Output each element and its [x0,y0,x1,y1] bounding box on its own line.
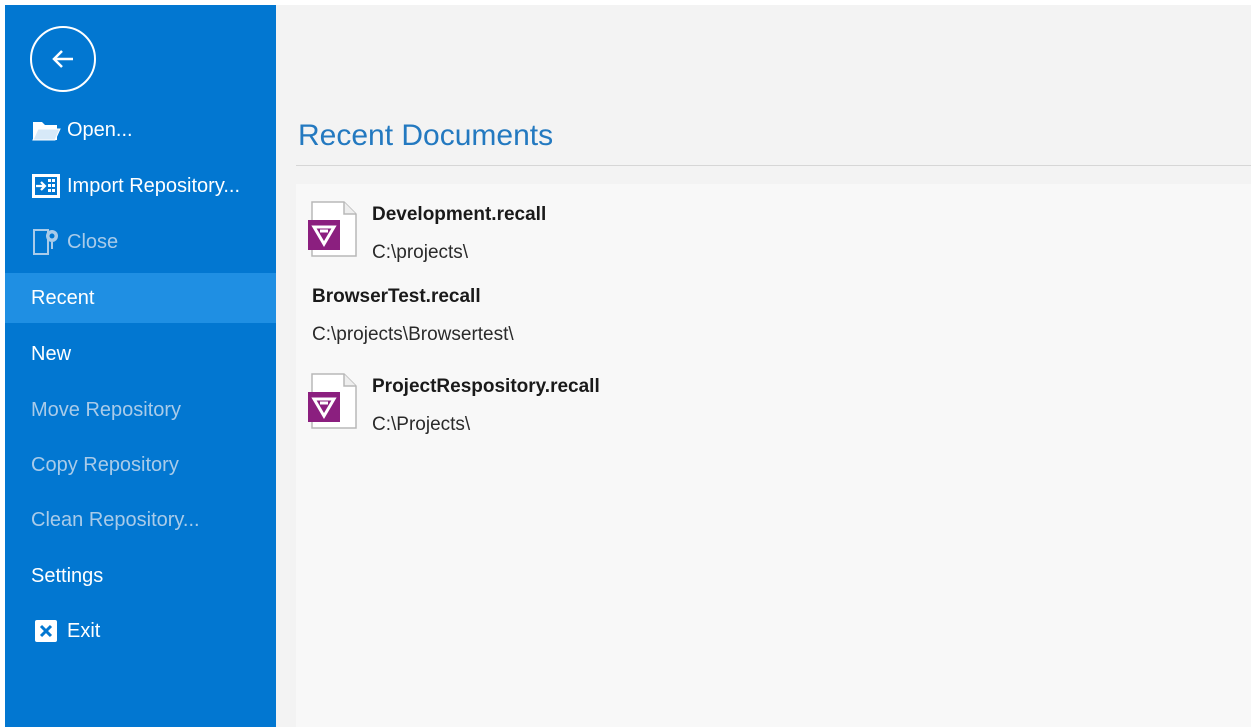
page-title: Recent Documents [298,119,554,152]
menu-new-label: New [31,342,72,365]
close-document-icon [31,227,61,257]
menu-import-repository[interactable]: Import Repository... [5,161,276,211]
menu-new[interactable]: New [5,329,276,379]
recent-documents-list: Development.recall C:\projects\ BrowserT… [296,184,1251,727]
backstage-sidebar: Open... Import Repository... Close Recen… [5,5,276,727]
menu-clean-repository[interactable]: Clean Repository... [5,495,276,545]
menu-open-label: Open... [67,118,133,141]
arrow-left-icon [52,50,73,68]
menu-copy-repository[interactable]: Copy Repository [5,440,276,490]
menu-close-label: Close [67,230,119,253]
menu-recent[interactable]: Recent [5,273,276,323]
menu-copy-repository-label: Copy Repository [31,453,179,476]
back-button[interactable] [30,26,96,92]
document-name: Development.recall [372,204,547,225]
menu-settings[interactable]: Settings [5,551,276,601]
menu-clean-repository-label: Clean Repository... [31,508,200,531]
title-divider [296,165,1251,166]
document-name: BrowserTest.recall [312,286,481,307]
menu-move-repository-label: Move Repository [31,398,182,421]
document-name: ProjectRespository.recall [372,376,600,397]
document-path: C:\projects\Browsertest\ [312,324,514,345]
recent-document-row[interactable]: BrowserTest.recall C:\projects\Browserte… [306,280,1206,350]
menu-close[interactable]: Close [5,217,276,267]
document-path: C:\Projects\ [372,414,471,435]
backstage-window: Open... Import Repository... Close Recen… [5,5,1251,727]
menu-open[interactable]: Open... [5,105,276,155]
folder-open-icon [31,115,61,145]
recall-file-icon [308,201,357,257]
menu-move-repository[interactable]: Move Repository [5,385,276,435]
document-path: C:\projects\ [372,242,469,263]
menu-exit[interactable]: Exit [5,606,276,656]
menu-settings-label: Settings [31,564,104,587]
recall-file-icon [308,373,357,429]
exit-icon [31,616,61,646]
main-panel: Recent Documents Development.recall C:\p… [276,5,1251,727]
menu-exit-label: Exit [67,619,101,642]
menu-import-repository-label: Import Repository... [67,174,241,197]
menu-recent-label: Recent [31,286,95,309]
import-icon [31,171,61,201]
recent-document-row[interactable]: Development.recall C:\projects\ [306,190,1206,270]
recent-document-row[interactable]: ProjectRespository.recall C:\Projects\ [306,362,1206,442]
